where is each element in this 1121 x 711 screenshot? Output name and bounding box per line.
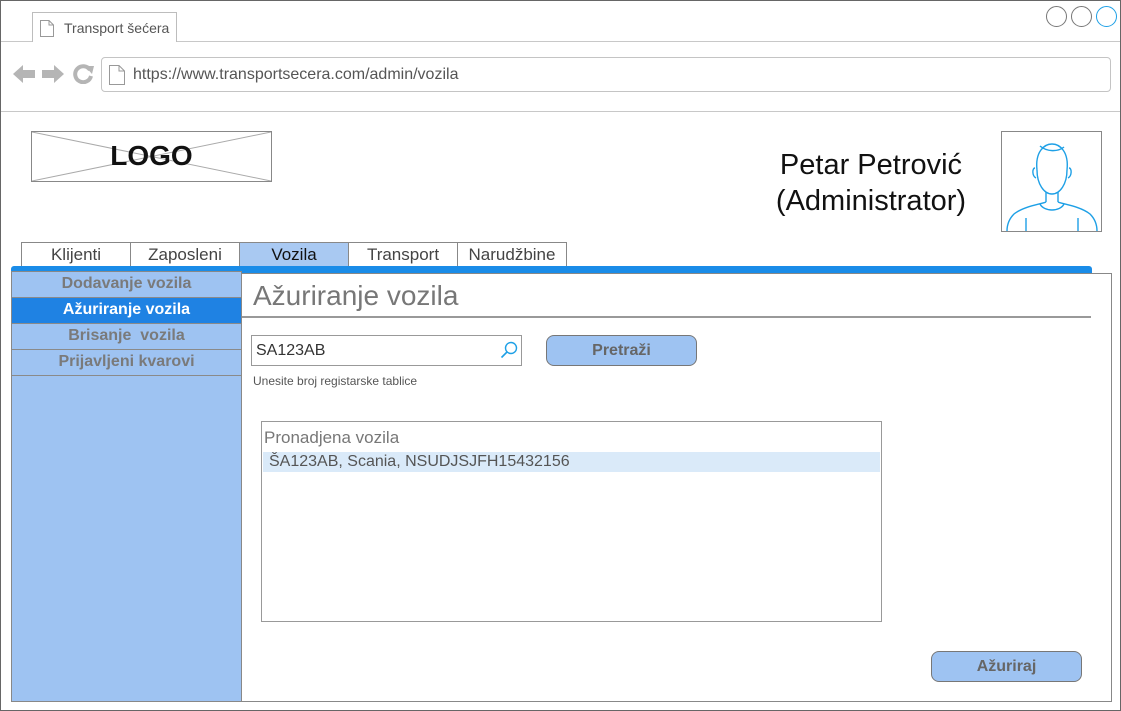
page-icon bbox=[40, 20, 54, 37]
results-list-title: Pronadjena vozila bbox=[264, 428, 400, 447]
title-divider bbox=[242, 316, 1091, 318]
user-info: Petar Petrović (Administrator) bbox=[761, 147, 981, 219]
menu-tab-klijenti[interactable]: Klijenti bbox=[21, 242, 131, 268]
list-item[interactable]: ŠA123AB, Scania, NSUDJSJFH15432156 bbox=[263, 452, 880, 472]
browser-tab[interactable]: Transport šećera bbox=[32, 12, 177, 42]
update-button[interactable]: Ažuriraj bbox=[931, 651, 1082, 682]
search-hint: Unesite broj registarske tablice bbox=[253, 374, 418, 388]
url-text: https://www.transportsecera.com/admin/vo… bbox=[133, 66, 459, 83]
avatar[interactable] bbox=[1001, 131, 1102, 232]
browser-window: Transport šećera https://www.transportse… bbox=[0, 0, 1121, 711]
logo: LOGO bbox=[31, 131, 272, 182]
browser-tab-bar: Transport šećera bbox=[1, 1, 1120, 42]
sidebar-item-prijavljeni-kvarovi[interactable]: Prijavljeni kvarovi bbox=[12, 350, 241, 376]
url-input[interactable]: https://www.transportsecera.com/admin/vo… bbox=[101, 57, 1111, 92]
menu-tab-transport[interactable]: Transport bbox=[348, 242, 458, 268]
page-icon bbox=[109, 65, 125, 85]
user-name: Petar Petrović bbox=[779, 149, 963, 181]
browser-tab-title: Transport šećera bbox=[64, 20, 170, 36]
forward-arrow-icon[interactable] bbox=[41, 64, 65, 84]
search-icon[interactable] bbox=[500, 341, 518, 359]
search-input[interactable]: SA123AB bbox=[251, 335, 522, 366]
page-title: Ažuriranje vozila bbox=[253, 280, 459, 311]
user-role: (Administrator) bbox=[775, 185, 967, 217]
sidebar-item-brisanje-vozila[interactable]: Brisanje vozila bbox=[12, 324, 241, 350]
results-list[interactable]: Pronadjena vozila ŠA123AB, Scania, NSUDJ… bbox=[261, 421, 882, 622]
back-arrow-icon[interactable] bbox=[12, 64, 36, 84]
menu-tab-narudzbine[interactable]: Narudžbine bbox=[457, 242, 567, 268]
maximize-button[interactable] bbox=[1071, 6, 1092, 27]
main-menu: Klijenti Zaposleni Vozila Transport Naru… bbox=[21, 242, 567, 268]
user-avatar-icon bbox=[1006, 143, 1098, 231]
sidebar-item-dodavanje-vozila[interactable]: Dodavanje vozila bbox=[12, 272, 241, 298]
list-item-text: ŠA123AB, Scania, NSUDJSJFH15432156 bbox=[269, 453, 570, 470]
sidebar-item-azuriranje-vozila[interactable]: Ažuriranje vozila bbox=[12, 298, 241, 324]
search-button[interactable]: Pretraži bbox=[546, 335, 697, 366]
close-button[interactable] bbox=[1096, 6, 1117, 27]
logo-text: LOGO bbox=[110, 140, 193, 171]
browser-address-bar: https://www.transportsecera.com/admin/vo… bbox=[1, 42, 1120, 112]
menu-tab-vozila[interactable]: Vozila bbox=[239, 242, 349, 268]
minimize-button[interactable] bbox=[1046, 6, 1067, 27]
reload-icon[interactable] bbox=[71, 64, 95, 84]
menu-tab-zaposleni[interactable]: Zaposleni bbox=[130, 242, 240, 268]
search-input-value: SA123AB bbox=[256, 342, 326, 359]
sidebar: Dodavanje vozila Ažuriranje vozila Brisa… bbox=[11, 271, 242, 702]
